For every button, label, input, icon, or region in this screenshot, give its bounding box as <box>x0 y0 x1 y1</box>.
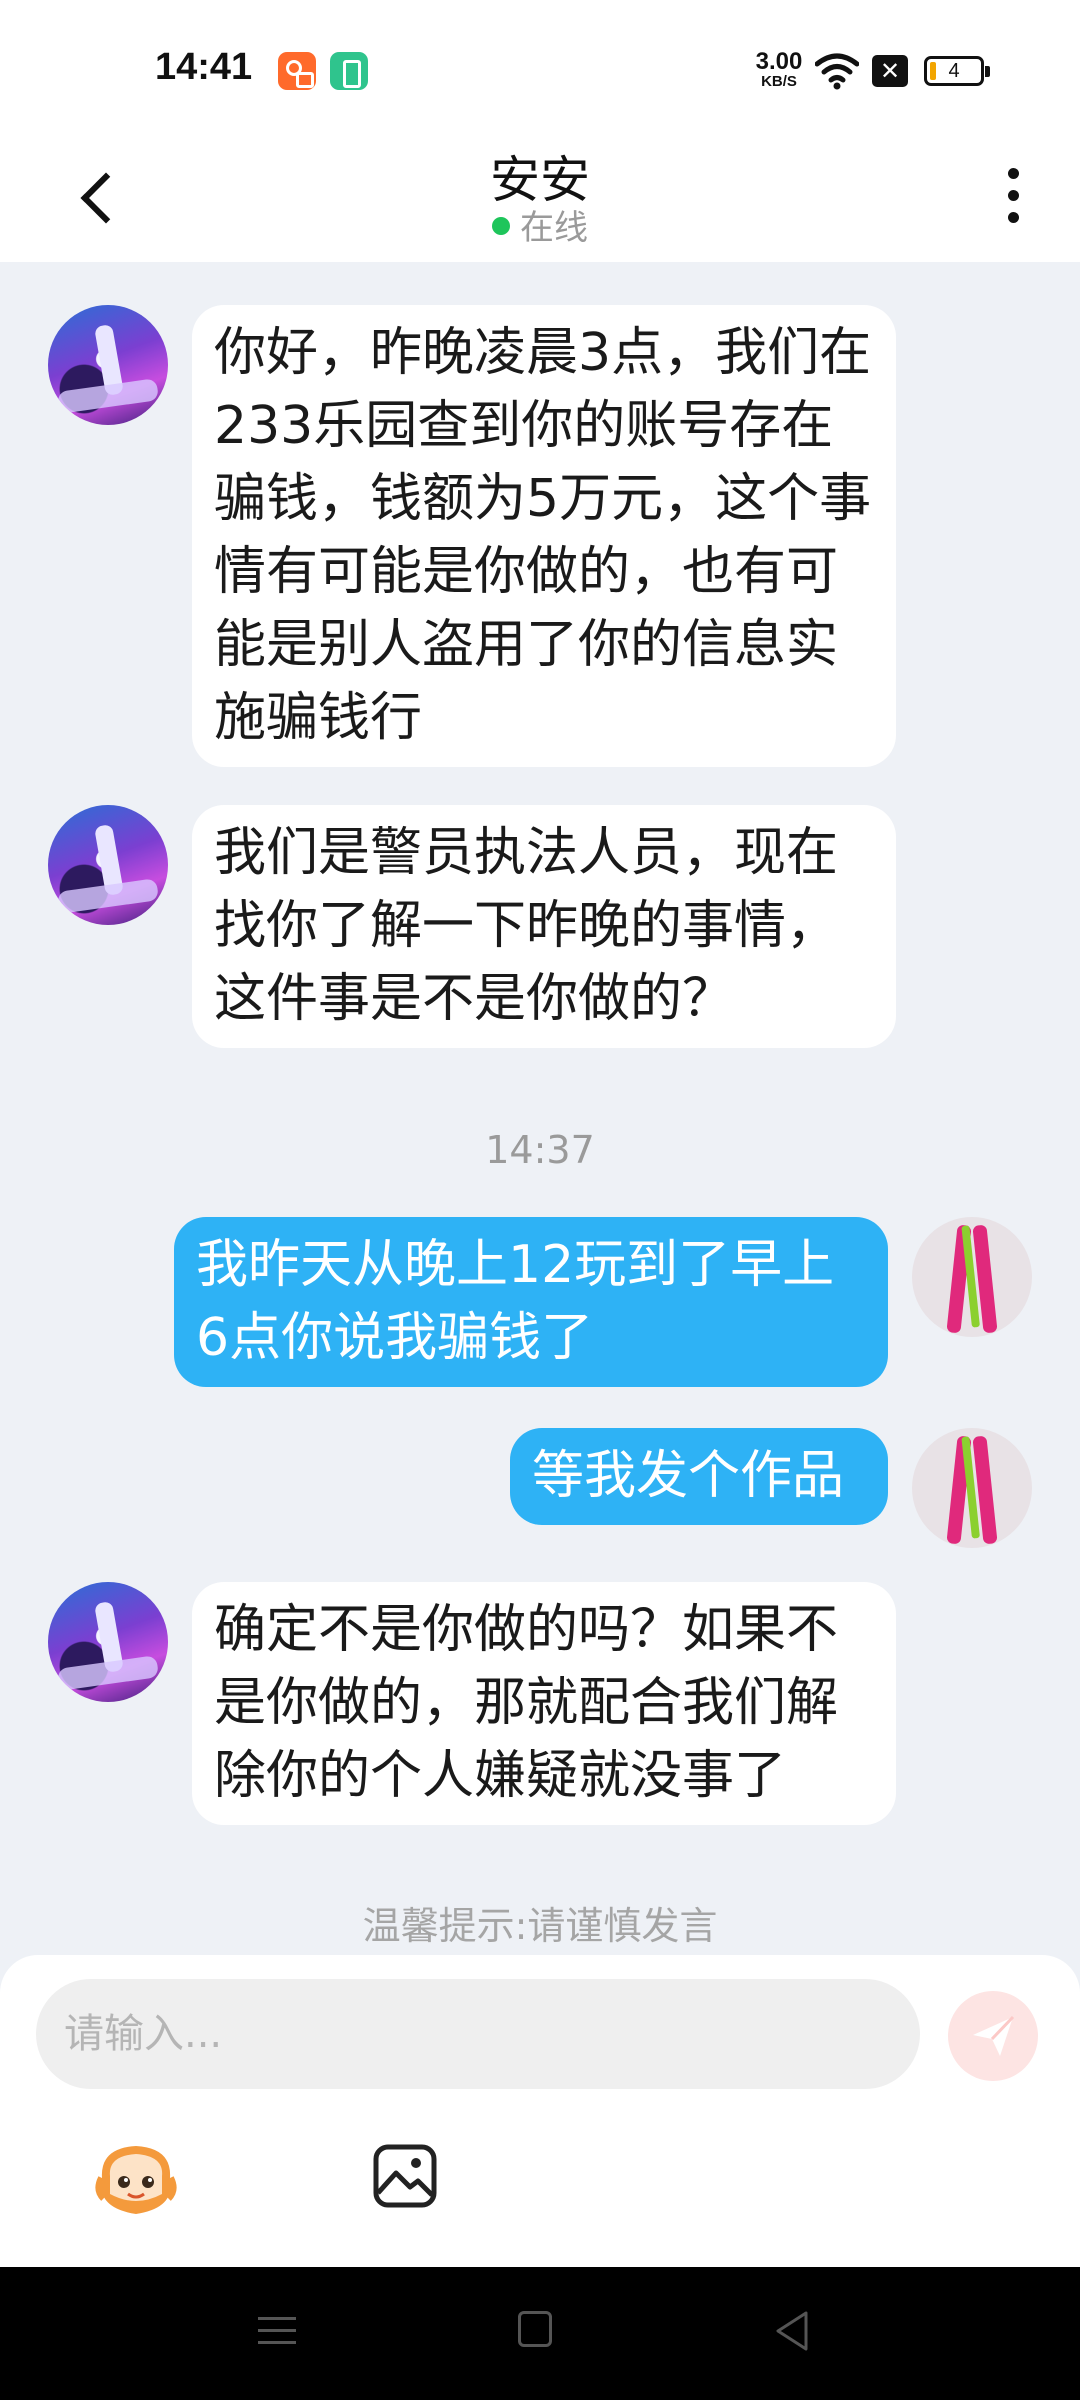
battery-icon: 4 <box>924 56 990 86</box>
time-divider: 14:37 <box>485 1128 595 1172</box>
input-panel <box>0 1955 1080 2267</box>
wifi-icon <box>815 53 859 90</box>
message-bubble-incoming[interactable]: 确定不是你做的吗？如果不是你做的，那就配合我们解除你的个人嫌疑就没事了 <box>192 1582 896 1825</box>
back-triangle-icon[interactable] <box>772 2309 812 2353</box>
more-vertical-icon-dot <box>1008 212 1019 223</box>
online-status-label: 在线 <box>520 208 588 248</box>
peer-avatar[interactable] <box>48 1582 168 1702</box>
self-avatar[interactable] <box>912 1217 1032 1337</box>
online-dot-icon <box>492 217 510 235</box>
emoji-button[interactable] <box>94 2138 178 2222</box>
chat-header: 安安 在线 <box>0 140 1080 262</box>
message-bubble-incoming[interactable]: 你好，昨晚凌晨3点，我们在233乐园查到你的账号存在骗钱，钱额为5万元，这个事情… <box>192 305 896 767</box>
message-bubble-incoming[interactable]: 我们是警员执法人员，现在找你了解一下昨晚的事情，这件事是不是你做的？ <box>192 805 896 1048</box>
message-bubble-outgoing[interactable]: 等我发个作品 <box>510 1428 888 1525</box>
home-button[interactable] <box>518 2311 552 2347</box>
menu-lines-icon-line <box>258 2329 296 2332</box>
system-navigation-bar <box>0 2267 1080 2400</box>
peer-avatar[interactable] <box>48 805 168 925</box>
network-speed-value: 3.00 <box>755 48 803 75</box>
paper-plane-icon <box>973 2015 1015 2056</box>
network-speed-unit: KB/S <box>761 73 797 90</box>
mascot-emoji-icon <box>95 2146 177 2214</box>
self-avatar[interactable] <box>912 1428 1032 1548</box>
menu-lines-icon <box>258 2317 296 2320</box>
no-sim-icon: ✕ <box>872 55 908 87</box>
more-options-button[interactable] <box>996 162 1032 228</box>
network-speed: 3.00 KB/S <box>752 48 806 90</box>
status-time: 14:41 <box>155 46 253 88</box>
message-input[interactable] <box>36 1979 920 2089</box>
caution-tip: 温馨提示:请谨慎发言 <box>362 1904 718 1948</box>
status-bar: 14:41 3.00 KB/S ✕ 4 <box>0 0 1080 140</box>
battery-saver-app-icon <box>330 52 368 90</box>
peer-avatar[interactable] <box>48 305 168 425</box>
menu-lines-icon-line <box>258 2341 296 2344</box>
message-bubble-outgoing[interactable]: 我昨天从晚上12玩到了早上6点你说我骗钱了 <box>174 1217 888 1387</box>
kuaishou-app-icon <box>278 52 316 90</box>
more-vertical-icon <box>1008 168 1019 179</box>
send-button[interactable] <box>948 1991 1038 2081</box>
image-button[interactable] <box>372 2143 438 2209</box>
recent-apps-button[interactable] <box>258 2311 298 2351</box>
image-icon <box>373 2144 437 2208</box>
more-vertical-icon-dot <box>1008 190 1019 201</box>
online-status: 在线 <box>0 200 1080 249</box>
